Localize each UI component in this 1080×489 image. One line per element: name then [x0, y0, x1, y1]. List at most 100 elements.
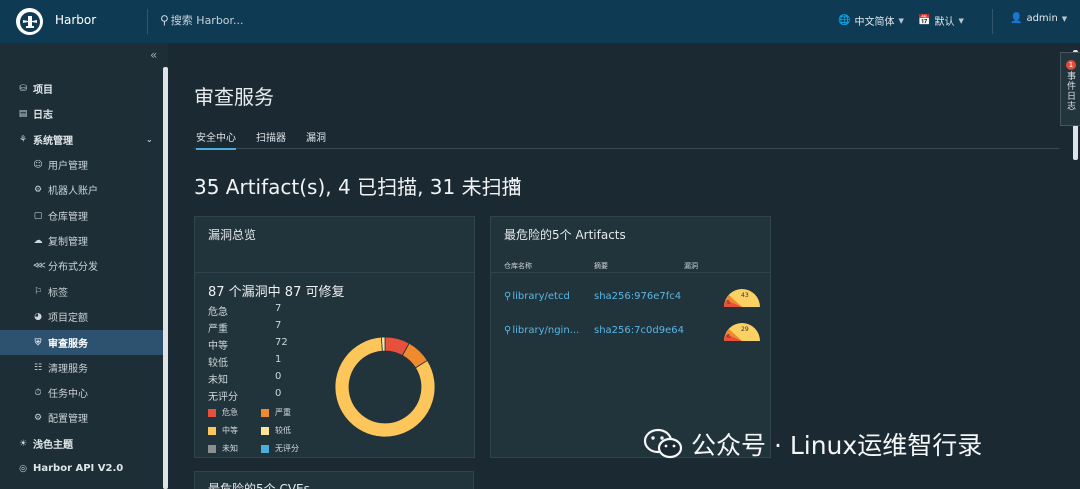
page-title: 审查服务	[194, 85, 274, 109]
sidebar-item-robots[interactable]: ⚙ 机器人账户	[0, 177, 163, 202]
calendar-icon: 📅	[918, 15, 931, 26]
sidebar-item-label: 浅色主题	[33, 440, 73, 451]
replication-icon: ☁	[33, 235, 43, 246]
harbor-logo-icon[interactable]	[16, 8, 43, 35]
legend-label: 较低	[275, 426, 291, 435]
jobs-icon: ⏱	[34, 387, 42, 398]
brand-name[interactable]: Harbor	[55, 13, 96, 27]
info-icon[interactable]: i	[509, 179, 520, 190]
gauge-count: 29	[741, 326, 749, 333]
sidebar: « ⛁ 项目 ▤ 日志 ⚘ 系统管理 ⌄ ☺ 用户管理 ⚙ 机器人账户 ▢ 仓库…	[0, 43, 168, 489]
severity-count: 7	[275, 303, 282, 314]
sidebar-item-quotas[interactable]: ◕ 项目定额	[0, 304, 163, 329]
vulnerability-gauge: 43 5	[724, 289, 760, 307]
legend-item: 危急	[208, 407, 238, 418]
theme-dropdown[interactable]: 📅 默认 ▼	[918, 13, 964, 28]
repo-name: library/ngin...	[512, 325, 580, 336]
sidebar-item-interrogation[interactable]: ⛨ 审查服务	[0, 330, 163, 355]
gauge-count-low: 5	[727, 300, 730, 306]
theme-label: 默认	[934, 17, 955, 28]
sidebar-item-label: 用户管理	[48, 161, 88, 172]
event-log-tab[interactable]: 1 事件日志	[1060, 52, 1080, 126]
legend-label: 中等	[222, 426, 238, 435]
sidebar-item-projects[interactable]: ⛁ 项目	[0, 76, 163, 101]
legend-item: 未知	[208, 443, 238, 454]
sidebar-item-logs[interactable]: ▤ 日志	[0, 101, 163, 126]
tab-security-hub[interactable]: 安全中心	[196, 129, 236, 150]
top-artifacts-card: 最危险的5个 Artifacts 仓库名称 摘要 漏洞 ⚲ library/etc…	[490, 216, 771, 458]
sidebar-item-labels[interactable]: ⚐ 标签	[0, 279, 163, 304]
sidebar-item-registries[interactable]: ▢ 仓库管理	[0, 203, 163, 228]
user-icon: 👤	[1010, 13, 1023, 24]
scan-summary: 35 Artifact(s), 4 已扫描, 31 未扫描	[194, 175, 522, 199]
search-icon: ⚲	[504, 325, 512, 336]
sidebar-item-label: 任务中心	[48, 389, 88, 400]
header-divider	[992, 9, 993, 34]
legend-swatch	[208, 426, 216, 435]
vulnerability-headline: 87 个漏洞中 87 可修复	[208, 285, 345, 300]
event-log-label: 事件日志	[1065, 71, 1075, 111]
sidebar-item-label: 日志	[33, 110, 53, 121]
legend-label: 未知	[222, 444, 238, 453]
gauge-count-low: 6	[727, 334, 730, 340]
vulnerability-gauge: 29 6	[724, 323, 760, 341]
language-dropdown[interactable]: 🌐 中文简体 ▼	[838, 13, 904, 28]
sidebar-item-users[interactable]: ☺ 用户管理	[0, 152, 163, 177]
user-menu[interactable]: 👤 admin ▼	[1010, 13, 1067, 24]
global-search[interactable]: ⚲ 搜索 Harbor...	[160, 12, 244, 28]
search-icon: ⚲	[504, 291, 512, 302]
column-header: 摘要	[594, 262, 608, 270]
admin-icon: ⚘	[18, 134, 28, 145]
severity-label: 危急	[208, 307, 228, 318]
search-icon: ⚲	[160, 13, 169, 27]
config-icon: ⚙	[33, 412, 43, 423]
sidebar-item-light-theme[interactable]: ☀ 浅色主题	[0, 431, 163, 456]
artifact-digest-link[interactable]: sha256:7c0d9e64	[594, 325, 684, 336]
column-header: 仓库名称	[504, 262, 532, 270]
tab-bar: 安全中心 扫描器 漏洞	[194, 127, 1059, 150]
sidebar-item-label: 项目	[33, 85, 53, 96]
sidebar-item-distribution[interactable]: ⋘ 分布式分发	[0, 253, 163, 278]
sidebar-item-api[interactable]: ◎ Harbor API V2.0	[0, 456, 163, 481]
vulnerability-donut-chart	[334, 336, 436, 438]
sidebar-item-label: 标签	[48, 288, 68, 299]
artifact-repo-link[interactable]: ⚲ library/ngin...	[504, 325, 579, 336]
search-placeholder: 搜索 Harbor...	[170, 14, 244, 27]
main-content: 审查服务 安全中心 扫描器 漏洞 35 Artifact(s), 4 已扫描, …	[168, 43, 1060, 489]
artifact-digest-link[interactable]: sha256:976e7fc4	[594, 291, 681, 302]
legend-label: 危急	[222, 408, 238, 417]
api-icon: ◎	[19, 463, 27, 474]
chevron-down-icon: ▼	[1061, 14, 1068, 23]
sidebar-item-label: Harbor API V2.0	[33, 463, 124, 474]
quota-icon: ◕	[34, 311, 42, 322]
sidebar-item-label: 分布式分发	[48, 262, 98, 273]
chevron-down-icon: ▼	[958, 16, 964, 25]
cleanup-icon: ☷	[33, 362, 43, 373]
donut-slice	[380, 336, 386, 352]
sidebar-item-admin[interactable]: ⚘ 系统管理 ⌄	[0, 127, 163, 152]
vulnerability-summary-card: 漏洞总览 87 个漏洞中 87 可修复 危急 7 严重 7 中等 72 较低 1 未知 0…	[194, 216, 475, 458]
legend-item: 中等	[208, 425, 238, 436]
column-header: 漏洞	[684, 262, 698, 270]
header-divider	[147, 9, 148, 34]
robot-icon: ⚙	[33, 184, 43, 195]
legend-label: 严重	[275, 408, 291, 417]
sidebar-item-label: 机器人账户	[48, 186, 98, 197]
sidebar-item-replications[interactable]: ☁ 复制管理	[0, 228, 163, 253]
tab-scanners[interactable]: 扫描器	[256, 129, 286, 144]
severity-row: 较低 1	[208, 354, 308, 369]
severity-row: 未知 0	[208, 371, 308, 386]
severity-label: 未知	[208, 375, 228, 386]
severity-count: 0	[275, 388, 282, 399]
legend-swatch	[261, 426, 269, 435]
sun-icon: ☀	[18, 438, 28, 449]
artifact-repo-link[interactable]: ⚲ library/etcd	[504, 291, 570, 302]
severity-count: 7	[275, 320, 282, 331]
sidebar-item-cleanup[interactable]: ☷ 清理服务	[0, 355, 163, 380]
legend-swatch	[208, 408, 216, 417]
sidebar-item-config[interactable]: ⚙ 配置管理	[0, 405, 163, 430]
tab-vulnerabilities[interactable]: 漏洞	[306, 129, 326, 144]
sidebar-item-jobs[interactable]: ⏱ 任务中心	[0, 380, 163, 405]
user-name: admin	[1026, 13, 1058, 24]
collapse-sidebar-icon[interactable]: «	[150, 48, 157, 62]
